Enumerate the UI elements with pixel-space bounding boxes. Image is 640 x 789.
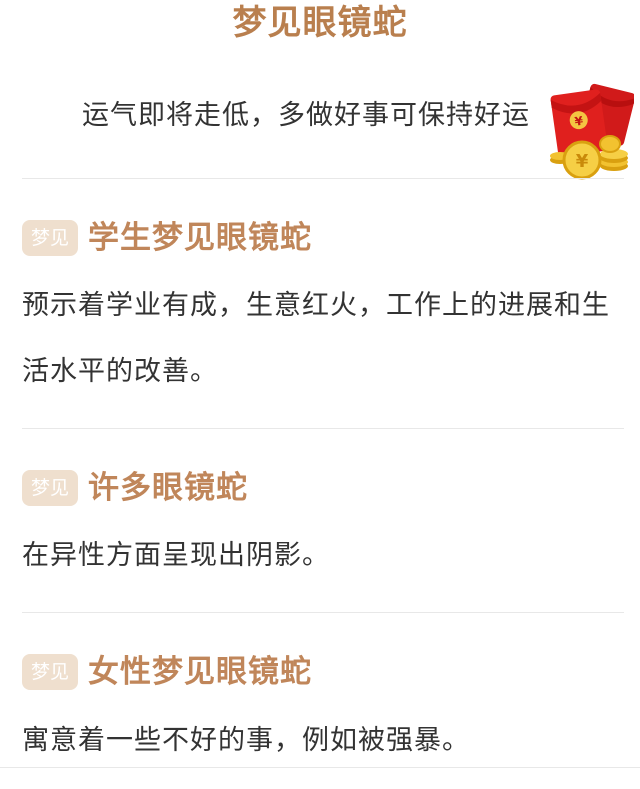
divider <box>22 428 624 429</box>
section-body: 寓意着一些不好的事，例如被强暴。 <box>22 725 470 756</box>
red-packet-icon[interactable]: ¥ ¥ <box>546 82 636 182</box>
section-tag: 梦见 <box>22 220 78 256</box>
fortune-line: 运气即将走低，多做好事可保持好运 <box>82 100 530 131</box>
section-head: 梦见 许多眼镜蛇 <box>22 466 248 510</box>
section-tag: 梦见 <box>22 470 78 506</box>
divider <box>22 178 624 179</box>
section-head: 梦见 女性梦见眼镜蛇 <box>22 650 312 694</box>
divider <box>0 767 640 768</box>
section-title: 学生梦见眼镜蛇 <box>88 220 312 256</box>
section-title: 女性梦见眼镜蛇 <box>88 654 312 690</box>
section-head: 梦见 学生梦见眼镜蛇 <box>22 216 312 260</box>
section-body: 预示着学业有成，生意红火，工作上的进展和生活水平的改善。 <box>22 290 610 387</box>
svg-text:¥: ¥ <box>576 151 589 172</box>
divider <box>22 612 624 613</box>
section-tag: 梦见 <box>22 654 78 690</box>
section-title: 许多眼镜蛇 <box>88 470 248 506</box>
section-body: 在异性方面呈现出阴影。 <box>22 540 330 571</box>
page-title: 梦见眼镜蛇 <box>232 3 408 43</box>
